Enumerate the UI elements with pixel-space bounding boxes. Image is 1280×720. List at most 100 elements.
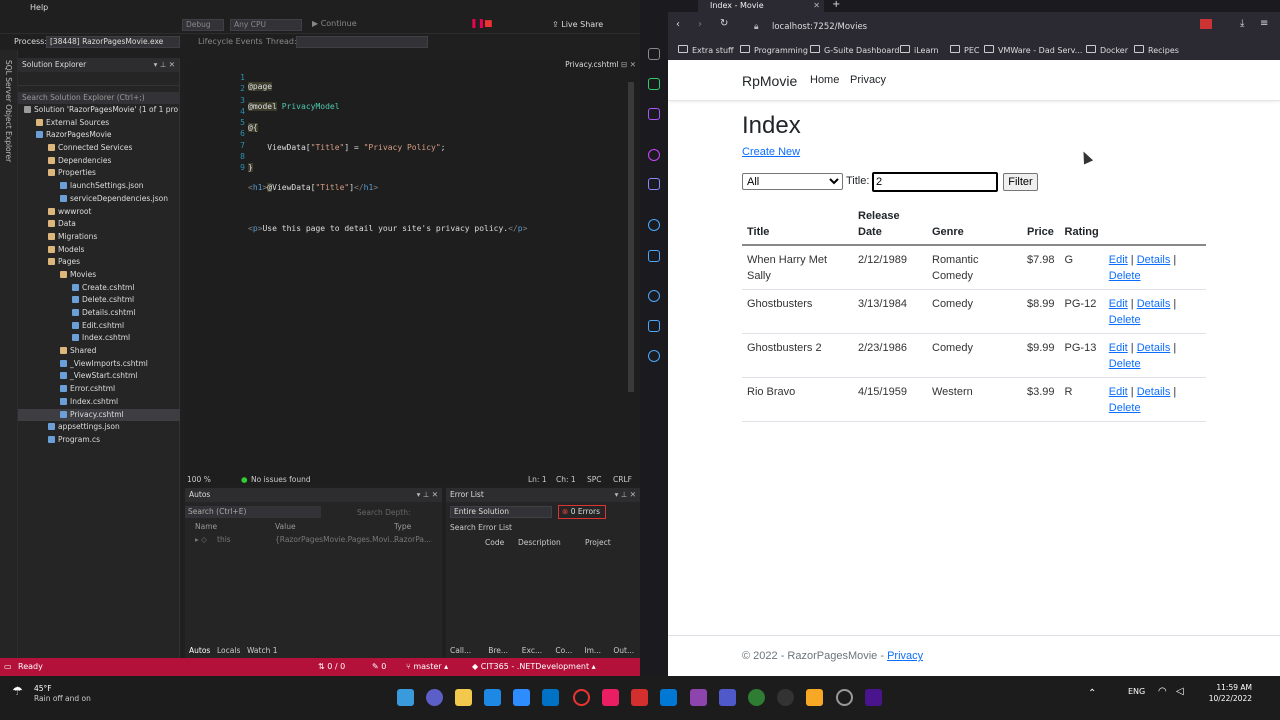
nav-home[interactable]: Home [810, 74, 839, 86]
twitch-icon[interactable] [648, 108, 660, 120]
tab-locals[interactable]: Locals [217, 644, 240, 658]
tree-item[interactable]: Privacy.cshtml [18, 408, 180, 422]
updown-status[interactable]: ⇅ 0 / 0 [318, 658, 345, 676]
volume-icon[interactable]: ◁ [1176, 686, 1184, 697]
nav-privacy[interactable]: Privacy [850, 74, 886, 86]
bookmark-item[interactable]: VMWare - Dad Serv... [984, 42, 1082, 60]
continue-button[interactable]: ▶ Continue [312, 19, 357, 28]
autos-controls-icon[interactable]: ▾ ⊥ ✕ [417, 488, 438, 502]
tree-item[interactable]: Program.cs [18, 434, 180, 447]
file-explorer-icon[interactable] [455, 689, 472, 706]
tree-item[interactable]: Details.cshtml [18, 307, 180, 320]
app-tt-icon[interactable] [631, 689, 648, 706]
tree-item[interactable]: Models [18, 244, 180, 257]
tree-item[interactable]: Connected Services [18, 142, 180, 155]
chrome-icon[interactable] [836, 689, 853, 706]
start-icon[interactable] [397, 689, 414, 706]
error-controls-icon[interactable]: ▾ ⊥ ✕ [615, 488, 636, 502]
clock-time[interactable]: 11:59 AM [1208, 683, 1252, 692]
paint-icon[interactable] [806, 689, 823, 706]
tree-item[interactable]: wwwroot [18, 206, 180, 219]
delete-link[interactable]: Delete [1109, 358, 1141, 370]
discord-icon[interactable] [648, 178, 660, 190]
tree-item[interactable]: Error.cshtml [18, 383, 180, 396]
thread-dropdown[interactable] [296, 36, 428, 48]
pane-controls-icon[interactable]: ▾ ⊥ ✕ [154, 58, 175, 72]
details-link[interactable]: Details [1137, 342, 1171, 354]
store-icon[interactable] [484, 689, 501, 706]
bookmark-item[interactable]: Docker [1086, 42, 1128, 60]
tree-item[interactable]: RazorPagesMovie [18, 129, 180, 142]
edits-status[interactable]: ✎ 0 [372, 658, 386, 676]
editor-scrollbar[interactable] [628, 82, 634, 392]
error-window-tab[interactable]: Im... [584, 644, 601, 658]
new-tab-icon[interactable]: + [832, 0, 840, 10]
delete-link[interactable]: Delete [1109, 314, 1141, 326]
tree-item[interactable]: Edit.cshtml [18, 320, 180, 333]
address-input[interactable]: 🔒︎ localhost:7252/Movies [746, 18, 1166, 36]
details-link[interactable]: Details [1137, 386, 1171, 398]
tab-watch1[interactable]: Watch 1 [247, 644, 278, 658]
edit-link[interactable]: Edit [1109, 386, 1128, 398]
tree-item[interactable]: Migrations [18, 231, 180, 244]
footer-privacy-link[interactable]: Privacy [887, 650, 923, 662]
bookmark-item[interactable]: G-Suite Dashboard [810, 42, 899, 60]
sql-server-explorer-tab[interactable]: SQL Server Object Explorer [4, 60, 13, 162]
details-link[interactable]: Details [1137, 298, 1171, 310]
wifi-icon[interactable]: ◠ [1158, 686, 1167, 697]
live-share-button[interactable]: ⇪ Live Share [552, 20, 603, 29]
teams-icon[interactable] [719, 689, 736, 706]
edit-link[interactable]: Edit [1109, 298, 1128, 310]
forward-icon[interactable]: › [698, 19, 702, 30]
autos-search-input[interactable]: Search (Ctrl+E) [185, 506, 321, 518]
tree-item[interactable]: Index.cshtml [18, 396, 180, 409]
tree-item[interactable]: _ViewStart.cshtml [18, 370, 180, 383]
bookmark-item[interactable]: Recipes [1134, 42, 1179, 60]
browser-tab-index[interactable]: Index - Movie ✕ [698, 0, 824, 12]
spc-indicator[interactable]: SPC [587, 474, 602, 486]
bookmark-item[interactable]: iLearn [900, 42, 939, 60]
crlf-indicator[interactable]: CRLF [613, 474, 632, 486]
menu-icon[interactable]: ≡ [1260, 18, 1268, 29]
download-icon[interactable]: ⤓ [1240, 18, 1244, 29]
language-indicator[interactable]: ENG [1128, 687, 1145, 696]
tree-item[interactable]: Create.cshtml [18, 282, 180, 295]
opera-icon[interactable] [573, 689, 590, 706]
repo-selector[interactable]: ◆ CIT365 - .NETDevelopment ▴ [472, 658, 596, 676]
reload-icon[interactable]: ↻ [720, 18, 728, 29]
site-brand[interactable]: RpMovie [742, 73, 797, 89]
pause-icon[interactable]: ❚❚ [470, 19, 485, 29]
tree-item[interactable]: Properties [18, 167, 180, 180]
platform-dropdown[interactable]: Any CPU [230, 19, 302, 31]
tree-item[interactable]: Index.cshtml [18, 332, 180, 345]
genre-select[interactable]: All [742, 173, 843, 190]
tree-item[interactable]: appsettings.json [18, 421, 180, 434]
error-scope-dropdown[interactable]: Entire Solution [450, 506, 552, 518]
hs-icon[interactable] [748, 689, 765, 706]
issues-status[interactable]: No issues found [251, 474, 311, 486]
messenger-icon[interactable] [648, 149, 660, 161]
create-new-link[interactable]: Create New [742, 146, 800, 158]
slack-icon[interactable] [602, 689, 619, 706]
history-icon[interactable] [648, 48, 660, 60]
outlook-icon[interactable] [542, 689, 559, 706]
app-icon[interactable] [777, 689, 794, 706]
tray-chevron-icon[interactable]: ⌃ [1088, 688, 1096, 699]
editor-tab-privacy[interactable]: Privacy.cshtml ⊟ ✕ [565, 58, 636, 72]
edit-link[interactable]: Edit [1109, 254, 1128, 266]
tree-item[interactable]: Delete.cshtml [18, 294, 180, 307]
code-content[interactable]: @page @model PrivacyModel @{ ViewData["T… [248, 72, 527, 273]
tree-item[interactable]: Dependencies [18, 155, 180, 168]
settings-icon[interactable] [648, 350, 660, 362]
mail-icon[interactable] [513, 689, 530, 706]
bookmark-item[interactable]: PEC [950, 42, 979, 60]
extension-icon[interactable] [1200, 19, 1212, 29]
branch-selector[interactable]: ⑂ master ▴ [406, 658, 448, 676]
visual-studio-icon[interactable] [690, 689, 707, 706]
error-window-tab[interactable]: Co... [555, 644, 572, 658]
weather-icon[interactable]: ☂ [12, 684, 23, 698]
tree-item[interactable]: External Sources [18, 117, 180, 130]
terminal-icon[interactable] [865, 689, 882, 706]
filter-button[interactable]: Filter [1003, 173, 1038, 191]
lifecycle-events[interactable]: Lifecycle Events [198, 37, 263, 46]
